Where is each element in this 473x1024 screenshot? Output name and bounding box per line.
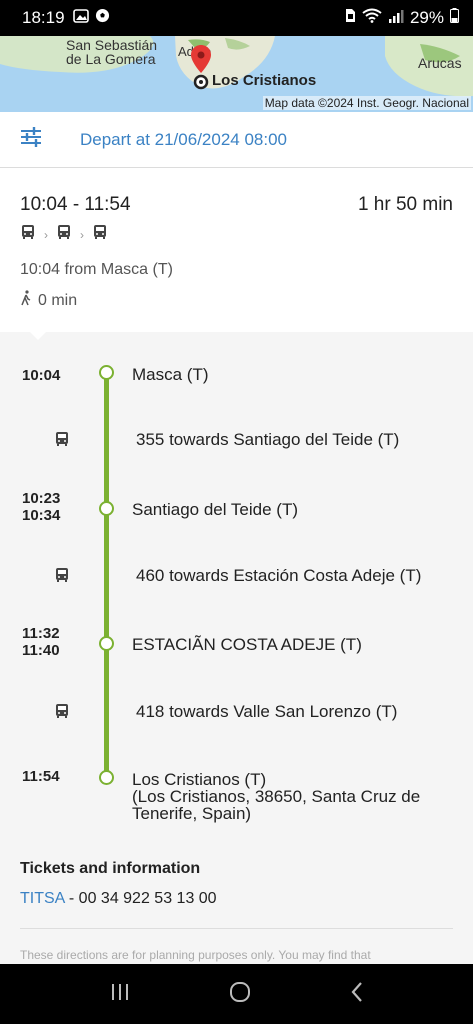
disclaimer-text: These directions are for planning purpos…	[20, 948, 371, 962]
tickets-heading: Tickets and information	[20, 860, 201, 877]
stop-name[interactable]: Santiago del Teide (T)	[132, 501, 298, 518]
transit-leg[interactable]: 418 towards Valle San Lorenzo (T)	[136, 702, 397, 722]
route-line	[104, 373, 109, 778]
back-icon[interactable]	[349, 981, 365, 1008]
bus-icon	[56, 224, 72, 245]
operator-phone[interactable]: - 00 34 922 53 13 00	[64, 890, 217, 907]
operator-link[interactable]: TITSA	[20, 890, 64, 907]
system-nav-bar	[0, 964, 473, 1024]
battery-percent: 29%	[409, 8, 444, 27]
transit-modes: › ›	[20, 224, 108, 245]
stop-marker	[99, 365, 114, 380]
stop-time: 10:04	[22, 367, 61, 384]
stop-name[interactable]: Los Cristianos (T)	[132, 771, 266, 788]
stop-marker	[99, 501, 114, 516]
map-credit: Map data ©2024 Inst. Geogr. Nacional	[262, 96, 471, 110]
walking-icon	[20, 290, 32, 311]
stop-address: (Los Cristianos, 38650, Santa Cruz de Te…	[132, 787, 421, 823]
stop-name[interactable]: Masca (T)	[132, 366, 209, 383]
stop-arrival-time: 10:23	[22, 490, 61, 507]
stop-marker	[99, 636, 114, 651]
signal-icon	[388, 8, 404, 28]
chevron-right-icon: ›	[44, 227, 48, 242]
route-departure-info: 10:04 from Masca (T)	[20, 261, 173, 278]
route-map[interactable]: San Sebastián de La Gomera Adeje Arucas …	[0, 36, 473, 112]
filter-settings-icon[interactable]	[20, 127, 41, 152]
home-icon[interactable]	[228, 980, 252, 1009]
route-duration: 1 hr 50 min	[357, 194, 453, 215]
route-summary-card: 10:04 - 11:54 1 hr 50 min › › 10:04 from…	[0, 168, 473, 332]
status-bar: 18:19 29%	[0, 0, 473, 36]
battery-icon	[450, 8, 459, 28]
walk-duration-label: 0 min	[38, 291, 78, 309]
transit-leg[interactable]: 460 towards Estación Costa Adeje (T)	[136, 566, 421, 586]
card-pointer	[28, 330, 48, 340]
bus-icon	[92, 224, 108, 245]
chevron-right-icon: ›	[80, 227, 84, 242]
map-label-arucas: Arucas	[418, 55, 462, 71]
operator-contact: TITSA - 00 34 922 53 13 00	[20, 890, 217, 908]
stop-departure-time: 11:40	[22, 642, 60, 659]
stop-arrival-time: 11:32	[22, 625, 60, 642]
map-label-la-gomera: de La Gomera	[66, 51, 156, 67]
walk-duration: 0 min	[20, 290, 77, 311]
trip-timeline: 10:04 Masca (T) 355 towards Santiago del…	[0, 332, 473, 964]
stop-time: 11:54	[22, 768, 60, 785]
bus-icon	[54, 703, 70, 724]
depart-time-row[interactable]: Depart at 21/06/2024 08:00	[0, 112, 473, 168]
bus-icon	[54, 431, 70, 452]
map-label-los-cristianos: Los Cristianos	[212, 72, 317, 89]
status-time: 18:19	[22, 8, 65, 27]
sim-icon	[344, 8, 356, 28]
wifi-icon	[362, 8, 382, 28]
bus-icon	[54, 567, 70, 588]
depart-time-label[interactable]: Depart at 21/06/2024 08:00	[80, 130, 287, 150]
recent-apps-icon[interactable]	[109, 982, 131, 1007]
transit-leg[interactable]: 355 towards Santiago del Teide (T)	[136, 430, 399, 450]
stop-departure-time: 10:34	[22, 507, 61, 524]
divider	[20, 928, 453, 929]
stop-name[interactable]: ESTACIÃN COSTA ADEJE (T)	[132, 636, 362, 653]
soccer-ball-icon	[95, 8, 110, 28]
bus-icon	[20, 224, 36, 245]
stop-marker	[99, 770, 114, 785]
gallery-icon	[72, 8, 89, 28]
route-time-range: 10:04 - 11:54	[20, 194, 131, 215]
